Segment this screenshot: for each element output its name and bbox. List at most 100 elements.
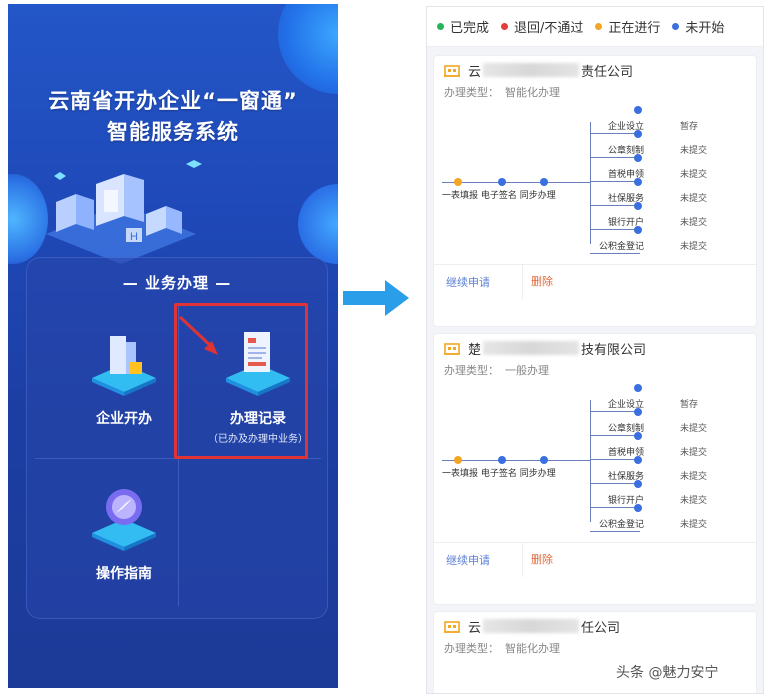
tile-label: 企业开办	[96, 411, 152, 427]
handling-records-screen: 已完成 退回/不通过 正在进行 未开始 云 责任公司 办理类型： 智能化办理 一…	[426, 6, 764, 694]
flow-main-line	[442, 460, 590, 461]
card-title: — 业务办理 —	[122, 274, 232, 292]
svg-text:H: H	[130, 231, 138, 243]
flow-node-icon	[540, 178, 548, 186]
record-type: 办理类型： 一般办理	[434, 362, 756, 380]
record-card[interactable]: 云 责任公司 办理类型： 智能化办理 一表填报 电子签名 同步办理 企业设立 暂存…	[433, 55, 757, 327]
status-legend: 已完成 退回/不通过 正在进行 未开始	[427, 7, 763, 47]
type-value: 一般办理	[505, 364, 549, 377]
flow-node-icon	[454, 456, 462, 464]
record-header: 云 任公司	[434, 612, 756, 640]
arrow-right-icon	[343, 280, 409, 316]
decor-bubble	[298, 184, 338, 264]
decor-bubble	[278, 4, 338, 94]
tile-operation-guide[interactable]: 操作指南	[59, 483, 189, 583]
flow-node-icon	[498, 178, 506, 186]
legend-label: 未开始	[685, 21, 725, 36]
company-name-suffix: 技有限公司	[581, 342, 647, 358]
branch-node-icon	[634, 408, 642, 416]
legend-label: 退回/不通过	[514, 21, 584, 36]
branch-status: 未提交	[680, 448, 708, 458]
branch-status: 未提交	[680, 520, 708, 530]
company-name-prefix: 云	[468, 64, 482, 80]
record-card[interactable]: 楚 技有限公司 办理类型： 一般办理 一表填报 电子签名 同步办理 企业设立 暂存…	[433, 333, 757, 605]
branch-status: 未提交	[680, 472, 708, 482]
company-building-icon	[444, 343, 460, 355]
continue-apply-button[interactable]: 继续申请	[434, 274, 522, 290]
branch-status: 未提交	[680, 194, 708, 204]
continue-apply-button[interactable]: 继续申请	[434, 552, 522, 568]
type-label: 办理类型：	[444, 86, 499, 99]
company-name: 云 任公司	[468, 617, 620, 636]
flow-node-icon	[454, 178, 462, 186]
flow-node-icon	[498, 456, 506, 464]
branch-node-icon	[634, 226, 642, 234]
branch-status: 未提交	[680, 218, 708, 228]
status-dot-icon	[672, 23, 680, 30]
legend-completed: 已完成	[437, 17, 489, 36]
branch-node-icon	[634, 456, 642, 464]
branch-status: 未提交	[680, 146, 708, 156]
record-header: 楚 技有限公司	[434, 334, 756, 362]
record-header: 云 责任公司	[434, 56, 756, 84]
compass-guide-icon	[92, 489, 156, 551]
flow-node-icon	[540, 456, 548, 464]
legend-label: 已完成	[450, 21, 490, 36]
branch-node-icon	[634, 106, 642, 114]
app-title-line1: 云南省开办企业“一窗通”	[48, 89, 298, 113]
company-name-prefix: 楚	[468, 342, 482, 358]
status-dot-icon	[437, 23, 444, 30]
tile-label: 操作指南	[96, 566, 152, 582]
branch-node-icon	[634, 384, 642, 392]
redacted-blur	[483, 619, 580, 633]
branch-node-icon	[634, 202, 642, 210]
branch-node-icon	[634, 130, 642, 138]
company-name: 云 责任公司	[468, 61, 633, 80]
record-actions: 继续申请 删除	[434, 264, 756, 299]
progress-flow: 一表填报 电子签名 同步办理 企业设立 暂存 公章刻制 未提交 首税申领 未提交…	[434, 106, 756, 264]
company-name-suffix: 任公司	[581, 620, 621, 636]
branch-node-icon	[634, 504, 642, 512]
legend-in-progress: 正在进行	[595, 17, 660, 36]
company-building-icon	[444, 65, 460, 77]
enterprise-building-icon	[92, 336, 156, 396]
type-label: 办理类型：	[444, 364, 499, 377]
type-value: 智能化办理	[505, 642, 560, 655]
redacted-blur	[483, 341, 580, 355]
branch-node-icon	[634, 154, 642, 162]
branch-node-icon	[634, 480, 642, 488]
company-name-suffix: 责任公司	[581, 64, 634, 80]
type-label: 办理类型：	[444, 642, 499, 655]
app-title: 云南省开办企业“一窗通” 智能服务系统	[8, 86, 338, 148]
branch-status: 暂存	[680, 400, 699, 410]
tile-enterprise-setup[interactable]: 企业开办	[59, 328, 189, 428]
company-name: 楚 技有限公司	[468, 339, 646, 358]
redacted-blur	[483, 63, 580, 77]
branch-status: 未提交	[680, 170, 708, 180]
record-actions: 继续申请 删除	[434, 542, 756, 577]
red-pointer-arrow-icon	[178, 315, 218, 355]
branch-label: 公积金登记	[598, 520, 644, 530]
progress-flow: 一表填报 电子签名 同步办理 企业设立 暂存 公章刻制 未提交 首税申领 未提交…	[434, 384, 756, 542]
branch-status: 未提交	[680, 424, 708, 434]
legend-returned: 退回/不通过	[501, 17, 583, 36]
company-building-icon	[444, 621, 460, 633]
flow-main-label: 一表填报 电子签名 同步办理	[442, 469, 556, 479]
status-dot-icon	[501, 23, 509, 30]
branch-node-icon	[634, 432, 642, 440]
flow-main-label: 一表填报 电子签名 同步办理	[442, 191, 556, 201]
branch-status: 暂存	[680, 122, 699, 132]
branch-label: 公积金登记	[598, 242, 644, 252]
type-value: 智能化办理	[505, 86, 560, 99]
record-type: 办理类型： 智能化办理	[434, 84, 756, 102]
company-name-prefix: 云	[468, 620, 482, 636]
app-title-line2: 智能服务系统	[107, 120, 239, 144]
branch-status: 未提交	[680, 496, 708, 506]
legend-label: 正在进行	[608, 21, 661, 36]
delete-button[interactable]: 删除	[522, 264, 553, 299]
city-illustration-icon: H	[46, 160, 202, 264]
record-type: 办理类型： 智能化办理	[434, 640, 756, 658]
delete-button[interactable]: 删除	[522, 542, 553, 577]
status-dot-icon	[595, 23, 603, 30]
branch-status: 未提交	[680, 242, 708, 252]
